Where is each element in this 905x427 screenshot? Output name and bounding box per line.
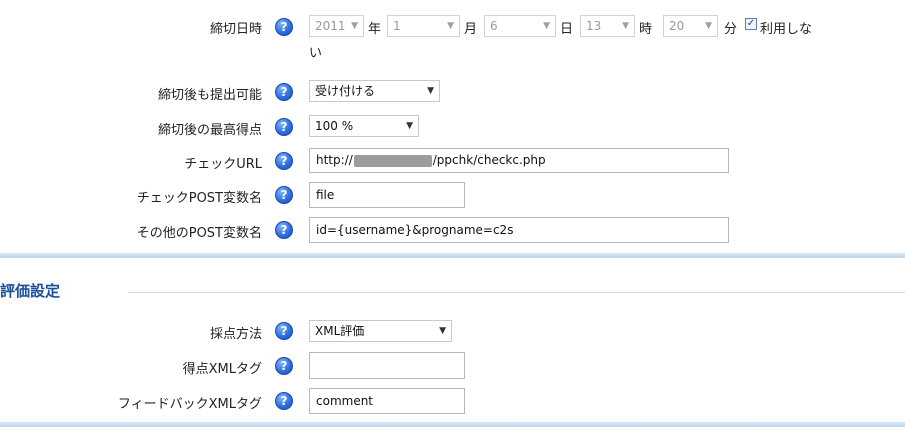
- day-unit: 日: [560, 22, 574, 37]
- feedback-xml-tag-row: フィードバックXMLタグ ? comment: [0, 388, 905, 416]
- help-icon[interactable]: ?: [275, 221, 293, 239]
- deadline-label: 締切日時: [209, 22, 262, 37]
- check-post-var-row: チェックPOST変数名 ? file: [0, 182, 905, 210]
- disable-deadline-label: 利用しな: [760, 22, 813, 37]
- chevron-down-icon: ▼: [406, 121, 413, 131]
- section-divider: [0, 253, 905, 258]
- score-xml-tag-row: 得点XMLタグ ?: [0, 352, 905, 380]
- score-xml-tag-label: 得点XMLタグ: [182, 362, 262, 377]
- minute-unit: 分: [724, 22, 738, 37]
- help-icon[interactable]: ?: [275, 152, 293, 170]
- scoring-method-select[interactable]: XML評価 ▼: [309, 320, 452, 342]
- section-rule: [128, 292, 905, 293]
- chevron-down-icon: ▼: [427, 86, 434, 96]
- other-post-var-input[interactable]: id={username}&progname=c2s: [309, 217, 729, 243]
- chevron-down-icon: ▼: [351, 21, 358, 31]
- help-icon[interactable]: ?: [275, 186, 293, 204]
- deadline-day-select[interactable]: 6 ▼: [484, 15, 556, 37]
- check-url-label: チェックURL: [184, 157, 262, 172]
- deadline-year-select[interactable]: 2011 ▼: [309, 15, 364, 37]
- late-max-score-value: 100 %: [315, 119, 354, 133]
- score-xml-tag-input[interactable]: [309, 352, 465, 379]
- late-submission-row: 締切後も提出可能 ? 受け付ける ▼: [0, 79, 905, 107]
- help-icon[interactable]: ?: [275, 18, 293, 36]
- deadline-minute-value: 20: [669, 19, 685, 33]
- deadline-month-select[interactable]: 1 ▼: [387, 15, 460, 37]
- check-post-var-input[interactable]: file: [309, 182, 465, 208]
- help-icon[interactable]: ?: [275, 357, 293, 375]
- help-icon[interactable]: ?: [275, 83, 293, 101]
- other-post-var-value: id={username}&progname=c2s: [316, 223, 514, 237]
- check-url-prefix: http://: [316, 153, 353, 167]
- late-max-score-select[interactable]: 100 % ▼: [309, 115, 419, 137]
- hour-unit: 時: [639, 22, 653, 37]
- late-submission-select[interactable]: 受け付ける ▼: [309, 80, 440, 102]
- scoring-method-value: XML評価: [315, 324, 365, 338]
- deadline-month-value: 1: [393, 19, 401, 33]
- deadline-minute-select[interactable]: 20 ▼: [663, 15, 718, 37]
- late-submission-label: 締切後も提出可能: [157, 88, 262, 103]
- disable-deadline-label-wrap: い: [309, 46, 323, 61]
- bottom-divider: [0, 422, 905, 427]
- year-unit: 年: [368, 22, 382, 37]
- help-icon[interactable]: ?: [275, 322, 293, 340]
- deadline-year-value: 2011: [315, 19, 346, 33]
- check-url-row: チェックURL ? http:// /ppchk/checkc.php: [0, 148, 905, 176]
- deadline-hour-value: 13: [586, 19, 602, 33]
- evaluation-section-title: 評価設定: [0, 282, 61, 300]
- month-unit: 月: [464, 22, 478, 37]
- deadline-hour-select[interactable]: 13 ▼: [580, 15, 635, 37]
- check-url-input[interactable]: http:// /ppchk/checkc.php: [309, 148, 729, 173]
- late-submission-value: 受け付ける: [315, 84, 376, 98]
- deadline-row: 締切日時 ? 2011 ▼ 年 1 ▼ 月 6 ▼ 日 13 ▼ 時 20 ▼ 分 ✓ 利…: [0, 12, 905, 61]
- late-max-score-label: 締切後の最高得点: [157, 123, 262, 138]
- check-url-suffix: /ppchk/checkc.php: [432, 153, 546, 167]
- scoring-method-label: 採点方法: [209, 327, 262, 342]
- check-post-var-label: チェックPOST変数名: [136, 191, 262, 206]
- chevron-down-icon: ▼: [447, 21, 454, 31]
- scoring-method-row: 採点方法 ? XML評価 ▼: [0, 318, 905, 346]
- chevron-down-icon: ▼: [705, 21, 712, 31]
- deadline-day-value: 6: [490, 19, 498, 33]
- chevron-down-icon: ▼: [622, 21, 629, 31]
- disable-deadline-checkbox[interactable]: ✓: [745, 18, 757, 30]
- late-max-score-row: 締切後の最高得点 ? 100 % ▼: [0, 114, 905, 142]
- other-post-var-row: その他のPOST変数名 ? id={username}&progname=c2s: [0, 217, 905, 245]
- help-icon[interactable]: ?: [275, 392, 293, 410]
- check-post-var-value: file: [316, 188, 335, 202]
- feedback-xml-tag-value: comment: [316, 394, 374, 408]
- redaction-mask: [353, 154, 432, 167]
- feedback-xml-tag-label: フィードバックXMLタグ: [117, 397, 262, 412]
- help-icon[interactable]: ?: [275, 118, 293, 136]
- chevron-down-icon: ▼: [439, 326, 446, 336]
- other-post-var-label: その他のPOST変数名: [136, 226, 262, 241]
- feedback-xml-tag-input[interactable]: comment: [309, 388, 465, 414]
- chevron-down-icon: ▼: [543, 21, 550, 31]
